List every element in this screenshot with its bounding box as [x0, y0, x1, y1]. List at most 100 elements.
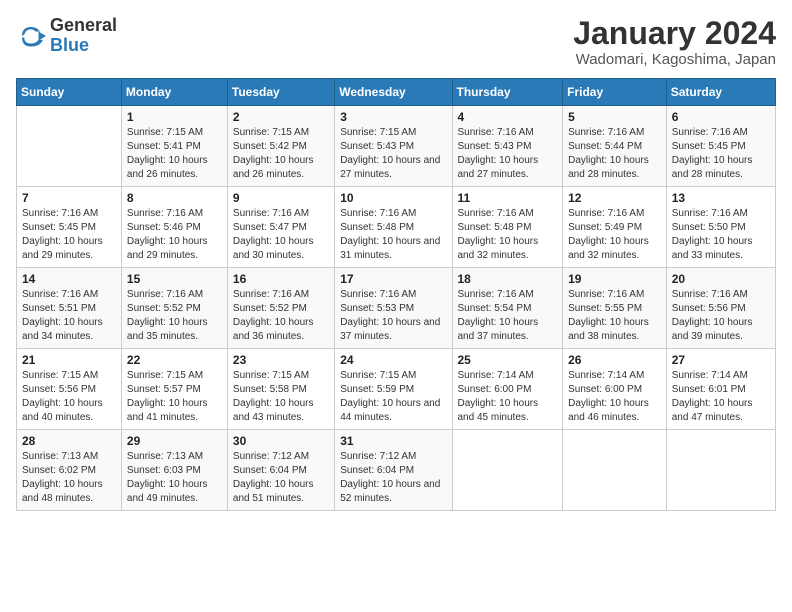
page-title: January 2024: [573, 16, 776, 51]
day-number: 2: [233, 110, 329, 124]
day-number: 5: [568, 110, 661, 124]
calendar-cell: [666, 430, 775, 511]
day-info: Sunrise: 7:16 AMSunset: 5:44 PMDaylight:…: [568, 126, 661, 182]
day-info: Sunrise: 7:16 AMSunset: 5:56 PMDaylight:…: [672, 288, 770, 344]
calendar-cell: 7 Sunrise: 7:16 AMSunset: 5:45 PMDaylight…: [17, 187, 122, 268]
day-info: Sunrise: 7:14 AMSunset: 6:00 PMDaylight:…: [458, 369, 558, 425]
calendar-cell: 6 Sunrise: 7:16 AMSunset: 5:45 PMDaylight…: [666, 106, 775, 187]
calendar-cell: [17, 106, 122, 187]
calendar-cell: 5 Sunrise: 7:16 AMSunset: 5:44 PMDaylight…: [563, 106, 667, 187]
day-info: Sunrise: 7:16 AMSunset: 5:54 PMDaylight:…: [458, 288, 558, 344]
day-number: 27: [672, 353, 770, 367]
day-number: 20: [672, 272, 770, 286]
page-header: General Blue January 2024 Wadomari, Kago…: [16, 16, 776, 68]
calendar-cell: 14Sunrise: 7:16 AMSunset: 5:51 PMDayligh…: [17, 268, 122, 349]
day-number: 23: [233, 353, 329, 367]
day-number: 14: [22, 272, 116, 286]
day-number: 21: [22, 353, 116, 367]
calendar-cell: 23 Sunrise: 7:15 AMSunset: 5:58 PMDayligh…: [227, 349, 334, 430]
day-info: Sunrise: 7:14 AMSunset: 6:01 PMDaylight:…: [672, 369, 770, 425]
calendar-week-3: 14Sunrise: 7:16 AMSunset: 5:51 PMDayligh…: [17, 268, 776, 349]
day-info: Sunrise: 7:13 AMSunset: 6:02 PMDaylight:…: [22, 450, 116, 506]
day-info: Sunrise: 7:15 AMSunset: 5:56 PMDaylight:…: [22, 369, 116, 425]
day-info: Sunrise: 7:15 AMSunset: 5:58 PMDaylight:…: [233, 369, 329, 425]
day-info: Sunrise: 7:13 AMSunset: 6:03 PMDaylight:…: [127, 450, 222, 506]
calendar-cell: 31 Sunrise: 7:12 AMSunset: 6:04 PMDayligh…: [335, 430, 452, 511]
calendar-header-saturday: Saturday: [666, 79, 775, 106]
calendar-cell: 24Sunrise: 7:15 AMSunset: 5:59 PMDayligh…: [335, 349, 452, 430]
calendar-cell: 8 Sunrise: 7:16 AMSunset: 5:46 PMDaylight…: [121, 187, 227, 268]
calendar-cell: 19 Sunrise: 7:16 AMSunset: 5:55 PMDayligh…: [563, 268, 667, 349]
calendar-cell: [452, 430, 563, 511]
calendar-cell: 17 Sunrise: 7:16 AMSunset: 5:53 PMDayligh…: [335, 268, 452, 349]
day-info: Sunrise: 7:16 AMSunset: 5:45 PMDaylight:…: [22, 207, 116, 263]
day-info: Sunrise: 7:16 AMSunset: 5:45 PMDaylight:…: [672, 126, 770, 182]
calendar-header-monday: Monday: [121, 79, 227, 106]
page-subtitle: Wadomari, Kagoshima, Japan: [573, 51, 776, 68]
day-number: 17: [340, 272, 446, 286]
day-info: Sunrise: 7:14 AMSunset: 6:00 PMDaylight:…: [568, 369, 661, 425]
day-number: 13: [672, 191, 770, 205]
day-number: 3: [340, 110, 446, 124]
calendar-table: SundayMondayTuesdayWednesdayThursdayFrid…: [16, 78, 776, 511]
calendar-header-sunday: Sunday: [17, 79, 122, 106]
calendar-cell: 29 Sunrise: 7:13 AMSunset: 6:03 PMDayligh…: [121, 430, 227, 511]
calendar-cell: 10 Sunrise: 7:16 AMSunset: 5:48 PMDayligh…: [335, 187, 452, 268]
day-info: Sunrise: 7:16 AMSunset: 5:49 PMDaylight:…: [568, 207, 661, 263]
day-number: 25: [458, 353, 558, 367]
day-info: Sunrise: 7:15 AMSunset: 5:42 PMDaylight:…: [233, 126, 329, 182]
day-info: Sunrise: 7:16 AMSunset: 5:48 PMDaylight:…: [340, 207, 446, 263]
day-info: Sunrise: 7:15 AMSunset: 5:57 PMDaylight:…: [127, 369, 222, 425]
day-number: 28: [22, 434, 116, 448]
calendar-header-tuesday: Tuesday: [227, 79, 334, 106]
title-block: January 2024 Wadomari, Kagoshima, Japan: [573, 16, 776, 68]
day-number: 29: [127, 434, 222, 448]
calendar-cell: 18 Sunrise: 7:16 AMSunset: 5:54 PMDayligh…: [452, 268, 563, 349]
day-info: Sunrise: 7:16 AMSunset: 5:43 PMDaylight:…: [458, 126, 558, 182]
day-info: Sunrise: 7:15 AMSunset: 5:43 PMDaylight:…: [340, 126, 446, 182]
day-number: 4: [458, 110, 558, 124]
day-number: 11: [458, 191, 558, 205]
day-number: 26: [568, 353, 661, 367]
logo: General Blue: [16, 16, 117, 56]
day-number: 16: [233, 272, 329, 286]
day-number: 24: [340, 353, 446, 367]
calendar-cell: 13Sunrise: 7:16 AMSunset: 5:50 PMDayligh…: [666, 187, 775, 268]
calendar-cell: 2 Sunrise: 7:15 AMSunset: 5:42 PMDaylight…: [227, 106, 334, 187]
calendar-header-friday: Friday: [563, 79, 667, 106]
day-info: Sunrise: 7:12 AMSunset: 6:04 PMDaylight:…: [340, 450, 446, 506]
day-number: 1: [127, 110, 222, 124]
day-number: 7: [22, 191, 116, 205]
calendar-cell: 26 Sunrise: 7:14 AMSunset: 6:00 PMDayligh…: [563, 349, 667, 430]
day-number: 31: [340, 434, 446, 448]
day-number: 8: [127, 191, 222, 205]
day-info: Sunrise: 7:16 AMSunset: 5:52 PMDaylight:…: [233, 288, 329, 344]
day-number: 12: [568, 191, 661, 205]
calendar-header-wednesday: Wednesday: [335, 79, 452, 106]
day-info: Sunrise: 7:16 AMSunset: 5:47 PMDaylight:…: [233, 207, 329, 263]
calendar-cell: 16 Sunrise: 7:16 AMSunset: 5:52 PMDayligh…: [227, 268, 334, 349]
day-info: Sunrise: 7:16 AMSunset: 5:48 PMDaylight:…: [458, 207, 558, 263]
logo-blue: Blue: [50, 35, 89, 55]
day-info: Sunrise: 7:15 AMSunset: 5:41 PMDaylight:…: [127, 126, 222, 182]
calendar-week-2: 7 Sunrise: 7:16 AMSunset: 5:45 PMDaylight…: [17, 187, 776, 268]
day-number: 19: [568, 272, 661, 286]
calendar-cell: 21 Sunrise: 7:15 AMSunset: 5:56 PMDayligh…: [17, 349, 122, 430]
day-info: Sunrise: 7:16 AMSunset: 5:46 PMDaylight:…: [127, 207, 222, 263]
day-info: Sunrise: 7:16 AMSunset: 5:55 PMDaylight:…: [568, 288, 661, 344]
day-number: 18: [458, 272, 558, 286]
calendar-cell: 28 Sunrise: 7:13 AMSunset: 6:02 PMDayligh…: [17, 430, 122, 511]
day-number: 6: [672, 110, 770, 124]
day-number: 9: [233, 191, 329, 205]
logo-icon: [16, 21, 46, 51]
day-info: Sunrise: 7:16 AMSunset: 5:53 PMDaylight:…: [340, 288, 446, 344]
day-number: 15: [127, 272, 222, 286]
calendar-cell: 22Sunrise: 7:15 AMSunset: 5:57 PMDayligh…: [121, 349, 227, 430]
calendar-cell: 15Sunrise: 7:16 AMSunset: 5:52 PMDayligh…: [121, 268, 227, 349]
calendar-cell: 3 Sunrise: 7:15 AMSunset: 5:43 PMDaylight…: [335, 106, 452, 187]
day-number: 10: [340, 191, 446, 205]
calendar-cell: 4 Sunrise: 7:16 AMSunset: 5:43 PMDaylight…: [452, 106, 563, 187]
calendar-cell: 27 Sunrise: 7:14 AMSunset: 6:01 PMDayligh…: [666, 349, 775, 430]
calendar-cell: [563, 430, 667, 511]
calendar-week-4: 21 Sunrise: 7:15 AMSunset: 5:56 PMDayligh…: [17, 349, 776, 430]
